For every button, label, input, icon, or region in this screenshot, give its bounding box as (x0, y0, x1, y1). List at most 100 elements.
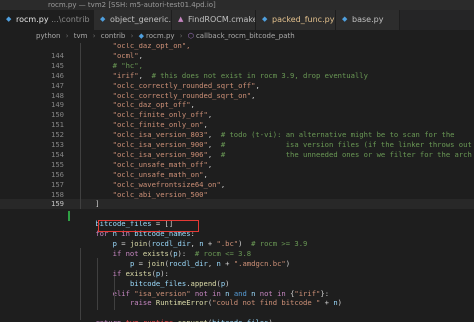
code-text: "oclc_unsafe_math_off", (78, 160, 213, 170)
code-text: if exists(p): (78, 269, 169, 279)
tab-rocm-py[interactable]: ◆rocm.py ...\contribM× (0, 10, 94, 30)
code-line[interactable]: 154 "oclc_isa_version_906", # the unneed… (0, 150, 474, 160)
code-line[interactable]: 153 "oclc_isa_version_900", # isa versio… (0, 140, 474, 150)
code-token: "oclc_unsafe_math_on" (112, 169, 204, 179)
code-line[interactable]: return tvm.runtime.convert(bitcode_files… (0, 318, 474, 322)
code-token: if not (112, 248, 139, 258)
tab-object-generic-py[interactable]: ◆ object_generic.py (94, 10, 172, 30)
code-text: "oclc_isa_version_900", # isa version fi… (78, 140, 472, 150)
code-line[interactable]: 150 "oclc_finite_only_off", (0, 110, 474, 120)
code-line[interactable]: "oclc_daz_opt_on", (0, 43, 474, 51)
code-line[interactable]: bitcode_files = [] (0, 219, 474, 229)
python-icon: ◆ (262, 15, 268, 23)
code-line[interactable]: elif "isa_version" not in n and n not in… (0, 289, 474, 299)
code-line[interactable]: if not exists(p): # rocm <= 3.8 (0, 249, 474, 259)
code-line[interactable]: 148 "oclc_correctly_rounded_sqrt_on", (0, 91, 474, 101)
tab-packed-func-py[interactable]: ◆packed_func.py3 (256, 10, 336, 30)
code-token: "oclc_daz_opt_off" (112, 100, 191, 110)
code-text: if not exists(p): # rocm <= 3.8 (78, 248, 252, 259)
code-token: # rocm <= 3.8 (194, 248, 252, 258)
code-line[interactable]: 151 "oclc_finite_only_on", (0, 120, 474, 130)
code-line[interactable]: bitcode_files.append(p) (0, 279, 474, 289)
code-token: , (207, 130, 221, 140)
code-text: raise RuntimeError("could not find bitco… (78, 298, 342, 308)
tab-base-py[interactable]: ◆ base.py (336, 10, 400, 30)
code-line[interactable]: p = join(rocdl_dir, n + ".bc") # rocm >=… (0, 239, 474, 249)
tab-label: packed_func.py (272, 15, 335, 24)
code-token: = (134, 258, 148, 268)
tab-findrocm-cmake[interactable]: ▲ FindROCM.cmake (172, 10, 256, 30)
code-token: # rocm >= 3.9 (251, 239, 308, 248)
indent-guide (114, 276, 115, 310)
code-text: bitcode_files.append(p) (78, 278, 230, 289)
code-token: }: (320, 288, 330, 298)
code-line[interactable]: 156 "oclc_unsafe_math_on", (0, 170, 474, 180)
code-line[interactable]: 149 "oclc_daz_opt_off", (0, 100, 474, 110)
python-file-icon: ◆ (138, 32, 145, 40)
code-token: # todo (t-vi): an alternative might be t… (220, 130, 455, 140)
code-line[interactable]: 155 "oclc_unsafe_math_off", (0, 160, 474, 170)
code-token: join (147, 258, 165, 268)
code-text: "oclc_unsafe_math_on", (78, 170, 208, 180)
line-number: 153 (51, 140, 64, 149)
highlight-box (98, 220, 199, 232)
code-text: "oclc_correctly_rounded_sqrt_on", (78, 90, 256, 101)
breadcrumb-item-tvm[interactable]: tvm (74, 32, 88, 40)
breadcrumb: python › tvm › contrib › ◆ rocm.py › ⬡ cal… (0, 30, 474, 43)
code-line[interactable]: for n in bitcode_names: (0, 229, 474, 239)
breadcrumb-item-function[interactable]: callback_rocm_bitcode_path (196, 32, 295, 40)
line-number: 147 (51, 80, 64, 90)
code-token: join (129, 239, 148, 248)
code-line[interactable]: 159 ] (0, 199, 474, 210)
code-token: "oclc_abi_version_500" (112, 189, 208, 199)
code-token: convert (178, 318, 208, 322)
indent-guide (80, 43, 81, 209)
code-token: , (251, 90, 256, 100)
code-line[interactable]: raise RuntimeError("could not find bitco… (0, 298, 474, 308)
code-line[interactable]: 144 "ocml", (0, 51, 474, 61)
code-token: rocdl_dir (168, 258, 208, 268)
window-title: rocm.py — tvm2 [SSH: m5-autori-test01.4p… (0, 0, 474, 10)
code-line[interactable]: p = join(rocdl_dir, n + ".amdgcn.bc") (0, 259, 474, 269)
code-line[interactable]: 146 "irif", # this does not exist in roc… (0, 71, 474, 81)
code-token: # this does not exist in rocm 3.9, drop … (151, 70, 368, 80)
code-line[interactable] (0, 209, 474, 219)
code-line[interactable] (0, 308, 474, 318)
code-token: ) (225, 278, 230, 288)
code-token: , (207, 149, 221, 159)
breadcrumb-item-file[interactable]: rocm.py (146, 32, 175, 40)
line-number: 156 (51, 169, 64, 179)
code-token: + (203, 239, 217, 248)
git-change-indicator (68, 211, 70, 221)
code-token: ] (78, 199, 100, 209)
code-text: "irif", # this does not exist in rocm 3.… (78, 71, 368, 81)
code-text: "oclc_wavefrontsize64_on", (78, 180, 226, 190)
code-line[interactable]: 152 "oclc_isa_version_803", # todo (t-vi… (0, 130, 474, 140)
code-token: "irif" (112, 70, 139, 80)
code-line[interactable]: 157 "oclc_wavefrontsize64_on", (0, 180, 474, 190)
code-line[interactable]: if exists(p): (0, 269, 474, 279)
breadcrumb-item-python[interactable]: python (36, 32, 61, 40)
code-token: bitcode_files (212, 318, 268, 322)
code-line[interactable]: 147 "oclc_correctly_rounded_sqrt_off", (0, 81, 474, 91)
code-editor[interactable]: return tvm.runtime.convert(bitcode_files… (0, 43, 474, 322)
code-token: ".bc" (216, 239, 239, 248)
code-token: ) (337, 298, 342, 308)
code-token: ) (285, 258, 291, 268)
code-line[interactable]: 158 "oclc_abi_version_500" (0, 190, 474, 200)
code-token: ) (268, 318, 272, 322)
code-line[interactable]: 145 # "hc", (0, 61, 474, 71)
code-token: , (203, 169, 208, 179)
breadcrumb-item-contrib[interactable]: contrib (101, 32, 126, 40)
